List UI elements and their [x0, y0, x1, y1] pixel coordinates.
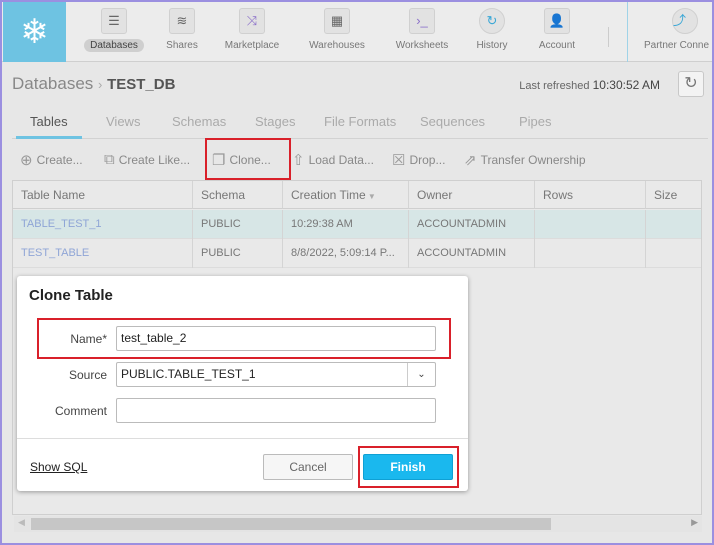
plus-circle-icon: ⊕ [20, 152, 33, 169]
tab-sequences[interactable]: Sequences [420, 114, 485, 129]
cell-size [646, 210, 701, 239]
tab-tables[interactable]: Tables [30, 114, 68, 129]
refresh-icon: ↻ [684, 75, 698, 92]
tab-pipes[interactable]: Pipes [519, 114, 552, 129]
clone-table-dialog: Clone Table Name* test_table_2 Source PU… [17, 276, 468, 491]
cell-owner: ACCOUNTADMIN [409, 239, 535, 268]
col-owner[interactable]: Owner [409, 181, 535, 209]
refresh-button[interactable]: ↻ [678, 71, 704, 97]
breadcrumb: Databases › TEST_DB [12, 74, 176, 93]
chevron-down-icon[interactable]: ⌄ [407, 363, 435, 386]
tab-stages[interactable]: Stages [255, 114, 295, 129]
load-data-button[interactable]: ⇧ Load Data... [292, 151, 374, 169]
dialog-divider [17, 438, 468, 439]
col-table-name[interactable]: Table Name [13, 181, 193, 209]
nav-databases[interactable]: ☰ Databases [79, 8, 149, 53]
tab-file-formats[interactable]: File Formats [324, 114, 396, 129]
nav-partner-connect[interactable]: ⤴ Partner Conne [642, 8, 712, 53]
copy-plus-icon: ⧉ [104, 151, 115, 168]
nav-marketplace[interactable]: ⤨ Marketplace [217, 8, 287, 53]
nav-divider [627, 2, 628, 62]
source-label: Source [68, 368, 107, 382]
nav-shares[interactable]: ≋ Shares [147, 8, 217, 53]
copy-icon: ❐ [212, 152, 226, 169]
source-select[interactable]: PUBLIC.TABLE_TEST_1 ⌄ [116, 362, 436, 387]
table-row[interactable]: TEST_TABLE PUBLIC 8/8/2022, 5:09:14 P...… [13, 239, 701, 268]
scroll-left-icon[interactable]: ◀ [18, 517, 25, 528]
snowflake-logo-icon[interactable]: ❄ [3, 2, 66, 62]
name-input[interactable]: test_table_2 [116, 326, 436, 351]
nav-history[interactable]: ↻ History [457, 8, 527, 53]
history-icon: ↻ [479, 8, 505, 34]
create-button[interactable]: ⊕ Create... [20, 151, 83, 169]
grid-icon: ▦ [324, 8, 350, 34]
dialog-title: Clone Table [29, 287, 113, 304]
table-name-link[interactable]: TABLE_TEST_1 [13, 210, 193, 239]
drop-button[interactable]: ☒ Drop... [392, 151, 445, 169]
delete-icon: ☒ [392, 152, 406, 169]
nav-account[interactable]: 👤 Account [522, 8, 592, 53]
tab-schemas[interactable]: Schemas [172, 114, 226, 129]
show-sql-link[interactable]: Show SQL [30, 460, 87, 474]
cell-size [646, 239, 701, 268]
comment-input[interactable] [116, 398, 436, 423]
transfer-ownership-button[interactable]: ⇗ Transfer Ownership [464, 151, 586, 169]
cell-schema: PUBLIC [193, 239, 283, 268]
upload-icon: ⇧ [292, 152, 305, 169]
user-icon: 👤 [544, 8, 570, 34]
cell-owner: ACCOUNTADMIN [409, 210, 535, 239]
nav-warehouses[interactable]: ▦ Warehouses [302, 8, 372, 53]
comment-label: Comment [54, 404, 107, 418]
active-tab-indicator [16, 136, 82, 139]
breadcrumb-current: TEST_DB [107, 76, 176, 93]
tab-views[interactable]: Views [106, 114, 140, 129]
clone-button[interactable]: ❐ Clone... [212, 151, 271, 169]
partner-connect-icon: ⤴ [672, 8, 698, 34]
shuffle-icon: ⤨ [239, 8, 265, 34]
col-rows[interactable]: Rows [535, 181, 646, 209]
last-refreshed: Last refreshed 10:30:52 AM [519, 78, 660, 92]
database-icon: ☰ [101, 8, 127, 34]
cell-schema: PUBLIC [193, 210, 283, 239]
horizontal-scrollbar[interactable]: ◀ ▶ [14, 516, 702, 532]
col-size[interactable]: Size [646, 181, 701, 209]
cell-creation-time: 8/8/2022, 5:09:14 P... [283, 239, 409, 268]
name-label: Name* [70, 332, 107, 346]
col-schema[interactable]: Schema [193, 181, 283, 209]
sort-desc-icon: ▼ [365, 192, 376, 201]
top-nav: ❄ ☰ Databases ≋ Shares ⤨ Marketplace ▦ Wareh… [2, 2, 712, 62]
finish-button[interactable]: Finish [363, 454, 453, 480]
table-name-link[interactable]: TEST_TABLE [13, 239, 193, 268]
nav-worksheets[interactable]: ›_ Worksheets [387, 8, 457, 53]
cell-rows [535, 239, 646, 268]
scrollbar-thumb[interactable] [31, 518, 551, 530]
create-like-button[interactable]: ⧉ Create Like... [104, 151, 190, 168]
cancel-button[interactable]: Cancel [263, 454, 353, 480]
col-creation-time[interactable]: Creation Time ▼ [283, 181, 409, 209]
cell-rows [535, 210, 646, 239]
tabs-divider [12, 138, 708, 139]
nav-divider [608, 27, 609, 47]
scroll-right-icon[interactable]: ▶ [691, 517, 698, 528]
app-window: ❄ ☰ Databases ≋ Shares ⤨ Marketplace ▦ Wareh… [2, 2, 712, 543]
table-row[interactable]: TABLE_TEST_1 PUBLIC 10:29:38 AM ACCOUNTA… [13, 210, 701, 239]
breadcrumb-databases[interactable]: Databases [12, 74, 93, 93]
shares-icon: ≋ [169, 8, 195, 34]
transfer-icon: ⇗ [464, 152, 477, 169]
terminal-icon: ›_ [409, 8, 435, 34]
cell-creation-time: 10:29:38 AM [283, 210, 409, 239]
